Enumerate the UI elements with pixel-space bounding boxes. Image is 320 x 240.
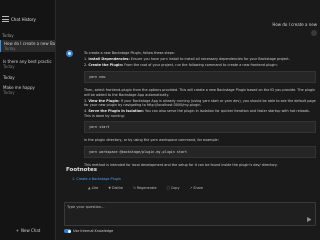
user-message: How do I create a new [272, 22, 317, 27]
step-1-text: Ensure you have yarn install to install … [130, 57, 290, 62]
step-3: 3. View the Plugin: If your Backstage Ap… [84, 98, 316, 108]
share-label: Share [193, 186, 204, 190]
message-text: Then, select frontend-plugin from the op… [84, 88, 316, 97]
new-chat-label: New Chat [21, 227, 41, 233]
assistant-avatar-icon [66, 50, 73, 57]
sidebar-item-meta: Today [4, 46, 16, 51]
thumbs-down-icon: ▼ [108, 186, 111, 190]
user-avatar [311, 30, 317, 36]
message-text: in the plugin directory, or by using the… [84, 138, 219, 143]
new-chat-button[interactable]: + New Chat [2, 226, 54, 234]
internal-knowledge-toggle[interactable] [64, 229, 71, 233]
sidebar-item-chat[interactable]: Today [0, 74, 56, 81]
sidebar-item-chat[interactable]: Is there any best practic Today [0, 58, 56, 70]
sidebar-item-meta: Today [3, 90, 15, 95]
sidebar: Chat History Today How do I create a new… [0, 0, 56, 240]
step-4: 4. Serve the Plugin in Isolation: You ca… [84, 109, 310, 118]
footnote-link[interactable]: 1. Create a Backstage Plugin [72, 177, 121, 181]
code-block: yarn new [84, 70, 316, 84]
sidebar-item-meta: Today [3, 64, 15, 69]
step-2-label: Create the Plugin: [88, 63, 124, 68]
footnotes-title: Footnotes [66, 167, 98, 173]
copy-button[interactable]: □Copy [167, 186, 180, 190]
refresh-icon: ↻ [133, 186, 136, 190]
dislike-label: Dislike [111, 186, 124, 190]
share-button[interactable]: ↗Share [189, 186, 203, 190]
step-1: 1. Install Dependencies: Ensure you have… [84, 57, 290, 62]
question-input[interactable]: Type your question... [64, 202, 316, 226]
send-icon[interactable] [307, 217, 312, 222]
code-block: yarn start [84, 121, 316, 134]
message-closing: This method is intended for local develo… [84, 163, 278, 168]
plus-icon: + [15, 227, 19, 233]
message-intro: To create a new Backstage Plugin, follow… [84, 51, 175, 55]
step-1-label: Install Dependencies: [88, 57, 130, 62]
code-block: yarn workspace @backstage/plugin-my-plug… [84, 145, 316, 159]
step-4-label: Serve the Plugin in Isolation: [88, 109, 144, 114]
like-label: Like [91, 186, 99, 190]
dislike-button[interactable]: ▼Dislike [108, 186, 123, 190]
regenerate-label: Regenerate [136, 186, 157, 190]
assistant-message: To create a new Backstage Plugin, follow… [84, 51, 316, 170]
sidebar-title: Chat History [11, 16, 36, 22]
menu-icon[interactable] [2, 16, 9, 22]
step-2-text: From the root of your project, run the f… [124, 63, 278, 68]
sidebar-header: Chat History [2, 14, 54, 24]
sidebar-section-label: Today [2, 33, 14, 38]
sidebar-item-chat[interactable]: How do I create a new Ba Today [0, 40, 56, 52]
like-button[interactable]: ▲Like [88, 186, 98, 190]
sidebar-item-label: Today [3, 75, 15, 80]
sidebar-item-chat[interactable]: Make me happy Today [0, 84, 56, 96]
toggle-label: Use Internal Knowledge [73, 229, 114, 233]
internal-knowledge-toggle-row: Use Internal Knowledge [64, 229, 113, 233]
step-3-label: View the Plugin: [88, 98, 120, 103]
copy-label: Copy [170, 186, 180, 190]
thumbs-up-icon: ▲ [88, 186, 91, 190]
share-icon: ↗ [189, 186, 193, 190]
copy-icon: □ [166, 186, 170, 190]
message-actions: ▲Like ▼Dislike ↻Regenerate □Copy ↗Share [88, 186, 203, 190]
step-2: 2. Create the Plugin: From the root of y… [84, 63, 278, 68]
question-input-placeholder: Type your question... [67, 205, 105, 209]
regenerate-button[interactable]: ↻Regenerate [133, 186, 157, 190]
